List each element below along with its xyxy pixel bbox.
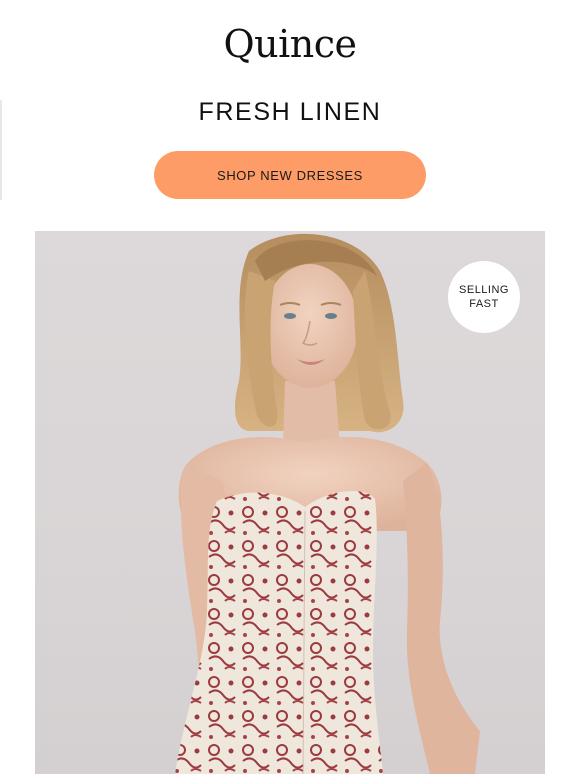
shop-new-dresses-button[interactable]: SHOP NEW DRESSES [154, 151, 426, 199]
badge-line-1: SELLING [459, 284, 509, 296]
headline: FRESH LINEN [198, 98, 382, 126]
hero-image[interactable]: SELLING FAST [35, 231, 545, 774]
brand-logo[interactable]: Quince [0, 22, 580, 68]
badge-line-2: FAST [469, 298, 499, 310]
selling-fast-badge: SELLING FAST [448, 261, 520, 333]
